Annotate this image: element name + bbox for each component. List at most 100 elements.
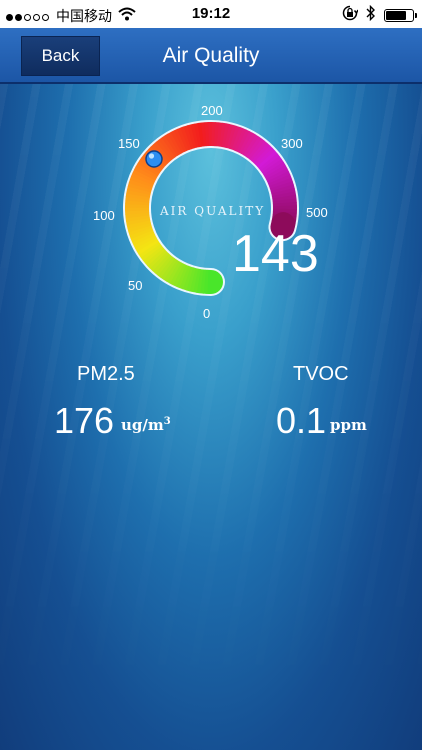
gauge-arc-segment: [194, 122, 202, 148]
gauge-arc-segment: [240, 132, 257, 156]
gauge-arc-segment: [229, 125, 241, 150]
gauge-arc-segment: [175, 264, 189, 289]
gauge-arc-segment: [253, 145, 273, 165]
gauge-arc-segment: [236, 129, 251, 153]
gauge-arc-segment: [131, 172, 155, 186]
gauge-arc-segment: [136, 239, 160, 255]
gauge-arc-segment: [149, 251, 169, 272]
gauge-arc-segment: [126, 217, 151, 226]
gauge-arc-segment: [185, 267, 196, 292]
gauge-arc-segment: [132, 169, 156, 183]
gauge-arc-segment: [263, 161, 286, 178]
gauge-label: AIR QUALITY: [160, 204, 266, 218]
gauge-arc-segment: [271, 191, 297, 200]
gauge-arc-segment: [166, 260, 182, 284]
gauge-arc-segment: [243, 134, 260, 157]
gauge-arc-segment: [266, 171, 291, 185]
gauge-arc-segment: [247, 138, 265, 160]
gauge-arc-segment: [231, 126, 244, 151]
gauge-arc-segment: [179, 265, 191, 290]
tvoc-value: 0.1: [276, 400, 327, 441]
gauge-arc-segment: [131, 232, 156, 246]
gauge-arc-segment: [180, 126, 192, 151]
gauge-arc-segment: [127, 182, 152, 193]
gauge-arc-segment: [170, 130, 185, 154]
navigation-bar: Back Air Quality: [0, 28, 422, 84]
gauge-tick-300: 300: [281, 136, 303, 151]
gauge-arc-segment: [153, 141, 172, 163]
gauge-arc-segment: [190, 123, 200, 148]
gauge-arc-segment: [172, 263, 187, 287]
gauge-arc-segment: [129, 175, 154, 188]
status-right: [342, 4, 417, 25]
battery-level: [386, 10, 406, 20]
gauge-arc-segment: [161, 135, 178, 158]
gauge-arc-segment: [125, 192, 150, 201]
gauge-arc-segment: [126, 220, 151, 229]
gauge-arc-segment: [157, 256, 175, 278]
gauge-arc-segment: [249, 140, 268, 162]
gauge-arc-segment: [126, 185, 152, 196]
gauge-arc-segment: [140, 243, 163, 261]
gauge-arc-segment: [257, 150, 278, 169]
gauge-arc-segment: [271, 187, 296, 197]
battery-icon: [384, 8, 417, 22]
tvoc-label: TVOC: [293, 363, 349, 385]
gauge-tick-150: 150: [118, 136, 140, 151]
pm25-unit: ug/m3: [121, 416, 171, 434]
gauge-arc-segment: [142, 245, 164, 264]
pm25-label: PM2.5: [77, 363, 135, 385]
gauge-arc-segment: [258, 153, 280, 171]
gauge-arc-segment: [158, 137, 176, 159]
gauge-arc-segment: [238, 131, 254, 154]
gauge-arc-segment: [226, 124, 237, 149]
gauge-arc-segment: [265, 167, 289, 182]
gauge-arc-segment: [133, 234, 157, 249]
gauge-tick-200: 200: [201, 103, 223, 118]
tvoc-unit: ppm: [330, 416, 367, 434]
gauge-tick-50: 50: [128, 278, 143, 293]
gauge-arc-segment: [128, 179, 153, 191]
orientation-lock-icon: [342, 5, 359, 25]
gauge-arc-segment: [192, 268, 201, 293]
gauge-arc-segment: [154, 254, 173, 276]
gauge-arc-segment: [234, 128, 247, 152]
gauge-arc-segment: [155, 139, 174, 161]
gauge-arc-segment: [163, 259, 180, 282]
gauge-arc-segment: [128, 225, 153, 236]
gauge-arc-segment: [270, 184, 295, 194]
gauge-arc-segment: [164, 133, 181, 156]
gauge-arc-segment: [160, 258, 178, 280]
gauge-arc-segment: [224, 123, 234, 149]
gauge-arc-segment: [219, 122, 227, 148]
page-title: Air Quality: [162, 44, 260, 67]
gauge-arc-segment: [129, 227, 154, 239]
gauge-arc-segment: [260, 155, 282, 173]
bluetooth-icon: [366, 4, 376, 25]
gauge-arc-segment: [144, 247, 166, 267]
gauge-arc-segment: [189, 267, 199, 293]
gauge-arc-segment: [196, 269, 204, 294]
gauge-arc-segment: [177, 127, 190, 152]
pm25-value: 176: [54, 400, 115, 441]
gauge-arc-segment: [255, 147, 276, 167]
gauge-arc-segment: [126, 189, 151, 198]
gauge-arc-segment: [130, 229, 155, 243]
gauge-arc-segment: [127, 222, 152, 233]
gauge-arc-segment: [173, 128, 187, 153]
gauge-arc-segment: [134, 236, 158, 252]
gauge-arc-segment: [269, 177, 293, 190]
gauge-arc-segment: [261, 158, 284, 176]
gauge-tick-500: 500: [306, 205, 328, 220]
gauge-arc-segment: [187, 124, 197, 149]
gauge-arc-segment: [245, 136, 263, 159]
gauge-arc-segment: [152, 253, 171, 274]
gauge-arc-segment: [221, 123, 230, 148]
gauge-arc-segment: [133, 166, 157, 181]
air-quality-gauge: 200 150 300 100 500 50 0 AIR QUALITY 143: [0, 84, 422, 334]
gauge-arc-segment: [264, 164, 288, 180]
gauge-indicator: [145, 150, 163, 168]
gauge-arc-segment: [183, 125, 195, 150]
gauge-value: 143: [232, 225, 319, 283]
gauge-arc-segment: [135, 163, 159, 179]
